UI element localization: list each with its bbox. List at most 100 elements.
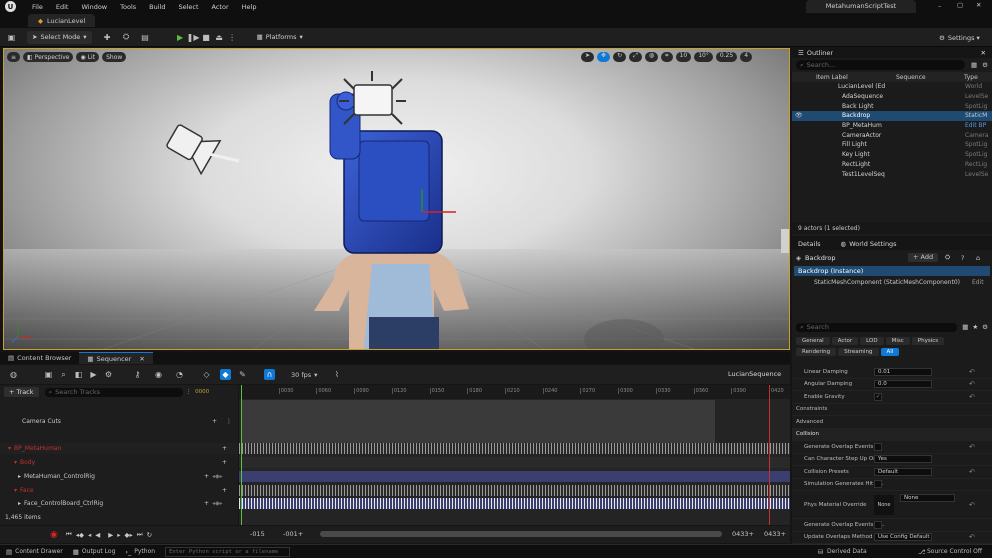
outliner-row[interactable]: BP_MetaHum Edit BP bbox=[792, 121, 992, 131]
more-icon[interactable]: ⋮ bbox=[227, 32, 238, 43]
brush-icon[interactable]: ✎ bbox=[237, 369, 248, 380]
world-icon[interactable]: ◍ bbox=[644, 52, 659, 62]
close-icon[interactable]: ✕ bbox=[981, 49, 986, 57]
menu-tools[interactable]: Tools bbox=[120, 3, 136, 11]
details-tab[interactable]: Details bbox=[798, 240, 821, 248]
grid-view-icon[interactable]: ▦ bbox=[962, 323, 968, 331]
key-icon[interactable]: ⚷ bbox=[132, 369, 143, 380]
add-track-button[interactable]: + Track bbox=[4, 387, 39, 397]
checkbox-value[interactable] bbox=[874, 442, 882, 451]
camera-icon[interactable]: ◧ bbox=[73, 369, 84, 380]
outliner-row[interactable]: Key Light SpotLig bbox=[792, 150, 992, 160]
go-end-icon[interactable]: ⏭ bbox=[137, 530, 143, 539]
checkbox-value[interactable]: ✓ bbox=[874, 392, 882, 401]
menu-file[interactable]: File bbox=[32, 3, 43, 11]
play-icon[interactable]: ▶ bbox=[108, 531, 113, 539]
outliner-row[interactable]: AdaSequence LevelSe bbox=[792, 92, 992, 102]
instance-row[interactable]: Backdrop (Instance) bbox=[794, 266, 990, 276]
platforms-dropdown[interactable]: ▦ Platforms ▾ bbox=[252, 31, 308, 44]
curve-icon[interactable]: ⌇ bbox=[331, 369, 342, 380]
view-end[interactable]: 0433+ bbox=[732, 530, 754, 538]
reset-icon[interactable]: ↶ bbox=[969, 468, 975, 476]
menu-build[interactable]: Build bbox=[149, 3, 165, 11]
grid-snap-button[interactable]: 10 bbox=[675, 52, 692, 62]
close-icon[interactable]: ✕ bbox=[139, 355, 144, 363]
cat-lod[interactable]: LOD bbox=[860, 337, 884, 345]
viewport-menu-button[interactable]: ≡ bbox=[7, 52, 21, 62]
reset-icon[interactable]: ↶ bbox=[969, 501, 975, 509]
more-icon[interactable]: ⋮ bbox=[226, 418, 232, 425]
prev-frame-icon[interactable]: ◂ bbox=[88, 531, 91, 539]
add-icon[interactable]: + bbox=[222, 487, 227, 494]
outliner-search-box[interactable]: ⌕ Search... bbox=[796, 60, 966, 70]
perspective-button[interactable]: ◧ Perspective bbox=[23, 52, 74, 62]
next-frame-icon[interactable]: ▸ bbox=[117, 531, 120, 539]
scale-snap-button[interactable]: 0.25 bbox=[715, 52, 738, 62]
settings-icon[interactable]: ⚙ bbox=[103, 369, 114, 380]
timeline-scrollbar[interactable] bbox=[320, 531, 722, 537]
add-content-icon[interactable]: ✚ bbox=[102, 32, 113, 43]
menu-window[interactable]: Window bbox=[81, 3, 107, 11]
playhead[interactable] bbox=[241, 385, 242, 525]
select-mode-dropdown[interactable]: ➤ Select Mode ▾ bbox=[27, 30, 92, 44]
cat-misc[interactable]: Misc bbox=[885, 337, 910, 345]
command-input[interactable]: Enter Python script or a filename bbox=[165, 546, 291, 557]
eye-icon[interactable]: 👁 bbox=[795, 112, 803, 119]
select-tool-icon[interactable]: ➤ bbox=[581, 52, 595, 62]
dropdown-value[interactable]: Default bbox=[874, 467, 932, 476]
add-icon[interactable]: + bbox=[222, 445, 227, 452]
material-thumbnail[interactable]: None bbox=[874, 494, 894, 515]
stop-icon[interactable]: ■ bbox=[201, 32, 212, 43]
section-advanced[interactable]: Advanced bbox=[792, 416, 992, 429]
view-start[interactable]: -001+ bbox=[283, 530, 303, 538]
auto-key-icon[interactable]: ◆ bbox=[220, 369, 231, 380]
play-icon[interactable]: ▶ bbox=[175, 32, 186, 43]
key-nav-icon[interactable]: ◂◆▸ bbox=[212, 473, 223, 480]
eject-icon[interactable]: ⏏ bbox=[214, 32, 225, 43]
filter-icon[interactable]: ⫶ bbox=[188, 388, 190, 397]
end-marker[interactable] bbox=[769, 385, 770, 525]
camera-speed-button[interactable]: 4 bbox=[740, 52, 753, 62]
settings-dropdown[interactable]: ⚙ Settings ▾ bbox=[934, 31, 985, 44]
reset-icon[interactable]: ↶ bbox=[969, 368, 975, 376]
cat-actor[interactable]: Actor bbox=[831, 337, 859, 345]
snap-icon[interactable]: ∩ bbox=[264, 369, 275, 380]
content-browser-tab[interactable]: ▤ Content Browser bbox=[0, 352, 79, 364]
details-search-box[interactable]: ⌕ Search bbox=[796, 322, 958, 332]
property-value[interactable]: 0.0 bbox=[874, 380, 932, 389]
step-icon[interactable]: ❚▶ bbox=[187, 32, 200, 43]
track-body-controlrig[interactable]: ▸ MetaHuman_ControlRig + ◂◆▸ bbox=[0, 471, 238, 482]
reset-icon[interactable]: ↶ bbox=[969, 393, 975, 401]
outliner-row[interactable]: Back Light SpotLig bbox=[792, 101, 992, 111]
dropdown-value[interactable]: Use Config Default bbox=[874, 533, 932, 542]
gear-icon[interactable]: ⚙ bbox=[982, 61, 988, 69]
outliner-row[interactable]: Test1LevelSeq LevelSe bbox=[792, 169, 992, 179]
loop-icon[interactable]: ↻ bbox=[147, 531, 152, 539]
column-sequence[interactable]: Sequence bbox=[896, 74, 926, 81]
content-drawer-button[interactable]: Content Drawer bbox=[15, 548, 63, 555]
reset-icon[interactable]: ↶ bbox=[969, 380, 975, 388]
show-button[interactable]: Show bbox=[102, 52, 127, 62]
surface-snap-icon[interactable]: ⌗ bbox=[661, 52, 673, 62]
blueprint-icon[interactable]: ⛭ bbox=[121, 32, 132, 43]
edit-component-link[interactable]: Edit bbox=[972, 279, 984, 286]
add-component-button[interactable]: + Add bbox=[908, 253, 939, 262]
add-icon[interactable]: + bbox=[204, 473, 209, 480]
column-item-label[interactable]: Item Label bbox=[816, 74, 848, 81]
rotate-tool-icon[interactable]: ↻ bbox=[613, 52, 627, 62]
cinematics-icon[interactable]: ▤ bbox=[140, 32, 151, 43]
outliner-row[interactable]: RectLight RectLig bbox=[792, 160, 992, 170]
source-control-button[interactable]: Source Control Off bbox=[927, 548, 982, 555]
cat-streaming[interactable]: Streaming bbox=[838, 348, 879, 356]
python-dropdown[interactable]: Python bbox=[134, 548, 155, 555]
outliner-row[interactable]: CameraActor Camera bbox=[792, 130, 992, 140]
range-end[interactable]: 0433+ bbox=[764, 530, 786, 538]
lock-icon[interactable]: ⌂ bbox=[976, 254, 980, 262]
sequencer-tab[interactable]: ▦ Sequencer ✕ bbox=[79, 352, 153, 364]
outliner-row-world[interactable]: LucianLevel (Ed World bbox=[792, 82, 992, 92]
time-ruler[interactable]: 0030 0060 0090 0120 0150 0180 0210 0240 0270 0300… bbox=[239, 385, 790, 399]
add-icon[interactable]: + bbox=[204, 500, 209, 507]
property-value[interactable]: 0.01 bbox=[874, 367, 932, 376]
rotation-snap-button[interactable]: 10° bbox=[694, 52, 713, 62]
component-row[interactable]: StaticMeshComponent (StaticMeshComponent… bbox=[792, 277, 992, 287]
